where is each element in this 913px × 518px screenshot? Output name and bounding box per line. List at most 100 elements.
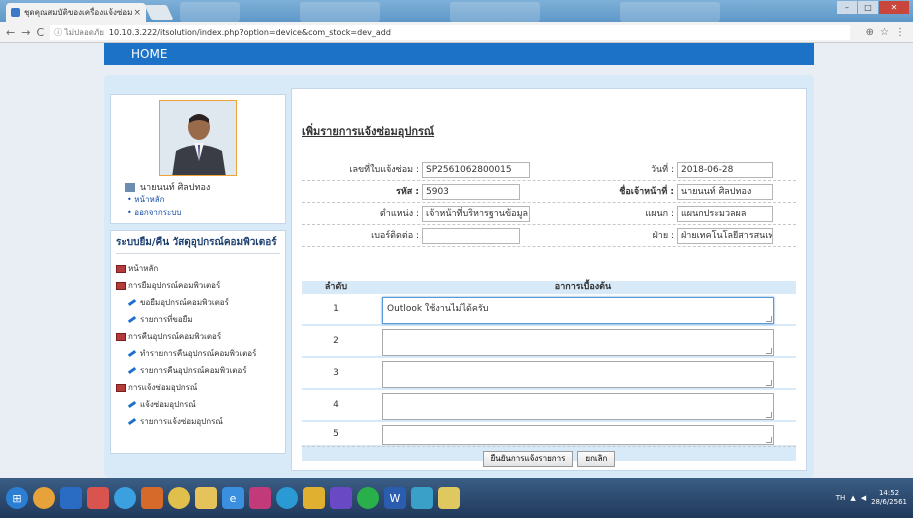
background-window: [180, 2, 240, 22]
folder-icon[interactable]: [195, 487, 217, 509]
profile-box: นายนนท์ ศิลปทอง • หน้าหลัก • ออกจากระบบ: [110, 94, 286, 224]
phone-field[interactable]: [422, 228, 520, 244]
confirm-button[interactable]: ยืนยันการแจ้งรายการ: [482, 451, 574, 467]
symptom-textarea[interactable]: [382, 361, 774, 388]
toolbar-icons: ⊕ ☆ ⋮: [866, 27, 913, 38]
phone-label: เบอร์ติดต่อ :: [371, 231, 419, 241]
resize-handle-icon[interactable]: [766, 380, 772, 386]
address-bar: ← → C ⓘ ไม่ปลอดภัย 10.10.3.222/itsolutio…: [0, 22, 913, 43]
user-photo: [159, 100, 237, 176]
app-icon[interactable]: [303, 487, 325, 509]
logout-link[interactable]: • ออกจากระบบ: [127, 206, 182, 219]
ie-icon[interactable]: e: [222, 487, 244, 509]
button-bar: ยืนยันการแจ้งรายการ ยกเลิก: [302, 446, 796, 467]
symptom-textarea[interactable]: [382, 425, 774, 445]
menu-item[interactable]: รายการแจ้งซ่อมอุปกรณ์: [116, 413, 280, 430]
column-header-no: ลำดับ: [324, 282, 348, 292]
division-field[interactable]: ฝ่ายเทคโนโลยีสารสนเทศ: [677, 228, 773, 244]
line-icon[interactable]: [357, 487, 379, 509]
table-row: 5: [302, 422, 796, 446]
zoom-icon[interactable]: ⊕: [866, 27, 874, 38]
menu-item[interactable]: การแจ้งซ่อมอุปกรณ์: [116, 379, 280, 396]
clock[interactable]: 14:52 28/6/2561: [871, 489, 907, 507]
forward-icon[interactable]: →: [21, 26, 30, 39]
app-icon[interactable]: [60, 487, 82, 509]
form-row: เบอร์ติดต่อ : ฝ่าย : ฝ่ายเทคโนโลยีสารสนเ…: [302, 225, 796, 247]
network-icon[interactable]: ▲: [850, 494, 855, 502]
app-icon[interactable]: [114, 487, 136, 509]
window-controls: – □ ✕: [837, 1, 909, 14]
menu-item[interactable]: แจ้งซ่อมอุปกรณ์: [116, 396, 280, 413]
home-link[interactable]: HOME: [131, 47, 167, 61]
division-label: ฝ่าย :: [652, 231, 675, 241]
menu-item[interactable]: การยืมอุปกรณ์คอมพิวเตอร์: [116, 277, 280, 294]
firefox-icon[interactable]: [33, 487, 55, 509]
dept-field[interactable]: แผนกประมวลผล: [677, 206, 773, 222]
background-window: [620, 2, 720, 22]
word-icon[interactable]: W: [384, 487, 406, 509]
security-indicator[interactable]: ⓘ ไม่ปลอดภัย: [54, 26, 104, 39]
repair-no-field[interactable]: SP2561062800015: [422, 162, 530, 178]
resize-handle-icon[interactable]: [766, 348, 772, 354]
reload-icon[interactable]: C: [36, 26, 44, 39]
back-icon[interactable]: ←: [6, 26, 15, 39]
volume-icon[interactable]: ◀: [861, 494, 866, 502]
resize-handle-icon[interactable]: [766, 437, 772, 443]
sidebar: นายนนท์ ศิลปทอง • หน้าหลัก • ออกจากระบบ …: [110, 94, 286, 454]
start-button[interactable]: ⊞: [6, 487, 28, 509]
app-icon[interactable]: [411, 487, 433, 509]
person-silhouette-icon: [160, 101, 236, 175]
browser-tab[interactable]: ชุดคุณสมบัติของเครื่องแจ้งซ่อม ×: [6, 3, 146, 22]
chrome-icon[interactable]: [168, 487, 190, 509]
bookmark-star-icon[interactable]: ☆: [880, 27, 889, 38]
menu-icon[interactable]: ⋮: [895, 27, 905, 38]
menu-item[interactable]: ขอยืมอุปกรณ์คอมพิวเตอร์: [116, 294, 280, 311]
symptom-textarea[interactable]: [382, 329, 774, 356]
repair-no-label: เลขที่ใบแจ้งซ่อม :: [349, 165, 419, 175]
home-link-sidebar[interactable]: • หน้าหลัก: [127, 193, 165, 206]
language-indicator[interactable]: TH: [836, 494, 846, 502]
url-input[interactable]: ⓘ ไม่ปลอดภัย 10.10.3.222/itsolution/inde…: [50, 24, 851, 40]
resize-handle-icon[interactable]: [766, 412, 772, 418]
home-bar: HOME: [104, 43, 814, 65]
app-icon[interactable]: [438, 487, 460, 509]
symptom-textarea[interactable]: [382, 393, 774, 420]
app-icon[interactable]: [249, 487, 271, 509]
menu-item[interactable]: รายการที่ขอยืม: [116, 311, 280, 328]
row-number: 5: [333, 429, 339, 439]
app-icon[interactable]: [141, 487, 163, 509]
new-tab-button[interactable]: [144, 5, 174, 20]
table-row: 2: [302, 326, 796, 357]
position-field[interactable]: เจ้าหน้าที่บริหารฐานข้อมูล: [422, 206, 530, 222]
row-number: 1: [333, 304, 339, 314]
favicon-icon: [11, 8, 20, 17]
row-number: 3: [333, 368, 339, 378]
date-field[interactable]: 2018-06-28: [677, 162, 773, 178]
row-number: 2: [333, 336, 339, 346]
app-icon[interactable]: [276, 487, 298, 509]
app-icon[interactable]: [330, 487, 352, 509]
close-tab-icon[interactable]: ×: [133, 8, 141, 18]
app-icon[interactable]: [87, 487, 109, 509]
code-label: รหัส :: [396, 187, 419, 197]
menu-item[interactable]: ทำรายการคืนอุปกรณ์คอมพิวเตอร์: [116, 345, 280, 362]
staff-field[interactable]: นายนนท์ ศิลปทอง: [677, 184, 773, 200]
menu-item[interactable]: หน้าหลัก: [116, 260, 280, 277]
menu-item[interactable]: รายการคืนอุปกรณ์คอมพิวเตอร์: [116, 362, 280, 379]
column-header-symptom: อาการเบื้องต้น: [554, 282, 612, 292]
content-container: นายนนท์ ศิลปทอง • หน้าหลัก • ออกจากระบบ …: [104, 75, 814, 478]
cancel-button[interactable]: ยกเลิก: [577, 451, 616, 467]
maximize-button[interactable]: □: [858, 1, 878, 14]
code-field[interactable]: 5903: [422, 184, 520, 200]
minimize-button[interactable]: –: [837, 1, 857, 14]
symptom-textarea[interactable]: Outlook ใช้งานไม่ได้ครับ: [382, 297, 774, 324]
position-label: ตำแหน่ง :: [379, 209, 419, 219]
user-name-row: นายนนท์ ศิลปทอง: [125, 180, 210, 194]
resize-handle-icon[interactable]: [766, 316, 772, 322]
system-tray: TH ▲ ◀ 14:52 28/6/2561: [836, 489, 913, 507]
symptom-table: ลำดับ อาการเบื้องต้น 1 Outlook ใช้งานไม่…: [302, 281, 796, 467]
menu-box: ระบบยืม/คืน วัสดุอุปกรณ์คอมพิวเตอร์ หน้า…: [110, 230, 286, 454]
table-header: ลำดับ อาการเบื้องต้น: [302, 281, 796, 294]
menu-item[interactable]: การคืนอุปกรณ์คอมพิวเตอร์: [116, 328, 280, 345]
close-window-button[interactable]: ✕: [879, 1, 909, 14]
